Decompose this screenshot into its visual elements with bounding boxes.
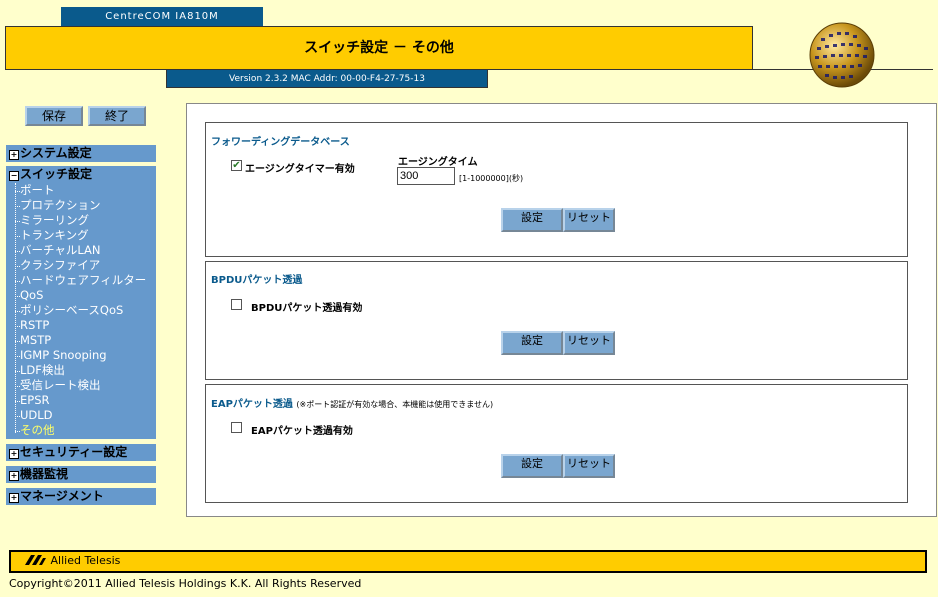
bpdu-section: BPDUパケット透過 BPDUパケット透過有効 設定 リセット [205,261,908,380]
sidebar-item-udld[interactable]: UDLD [20,408,53,423]
eap-enable-label: EAPパケット透過有効 [251,426,353,437]
sidebar-item-mirroring[interactable]: ミラーリング [20,213,89,228]
eap-set-button[interactable]: 設定 [501,454,563,478]
sidebar-item-rstp[interactable]: RSTP [20,318,49,333]
menu-switch-settings[interactable]: − スイッチ設定 [6,166,156,183]
eap-enable-checkbox[interactable] [231,422,242,433]
bpdu-reset-button[interactable]: リセット [563,331,615,355]
menu-label: スイッチ設定 [20,167,93,181]
footer-bar: Allied Telesis [9,550,927,573]
bpdu-enable-label: BPDUパケット透過有効 [251,303,363,314]
sidebar-item-policy-qos[interactable]: ポリシーベースQoS [20,303,123,318]
aging-time-label: エージングタイム [398,157,478,168]
sidebar-item-epsr[interactable]: EPSR [20,393,50,408]
sidebar-item-rate-detect[interactable]: 受信レート検出 [20,378,101,393]
allied-telesis-logo: Allied Telesis [25,554,120,567]
aging-time-range: [1-1000000](秒) [459,174,524,183]
copyright: Copyright©2011 Allied Telesis Holdings K… [9,577,362,590]
eap-title: EAPパケット透過 (※ポート認証が有効な場合、本機能は使用できません) [211,395,493,410]
menu-management[interactable]: + マネージメント [6,488,156,505]
sidebar-item-protection[interactable]: プロテクション [20,198,101,213]
fdb-reset-button[interactable]: リセット [563,208,615,232]
main-panel: フォワーディングデータベース ✔ エージングタイマー有効 エージングタイム [1… [186,103,937,517]
sidebar-item-ldf[interactable]: LDF検出 [20,363,65,378]
sidebar-item-igmp-snooping[interactable]: IGMP Snooping [20,348,107,363]
menu-label: 機器監視 [20,467,69,481]
sidebar-item-other[interactable]: その他 [20,423,55,438]
aging-time-input[interactable] [397,167,455,185]
menu-label: セキュリティー設定 [20,445,128,459]
sidebar-item-vlan[interactable]: バーチャルLAN [20,243,101,258]
expand-icon: + [9,471,19,481]
expand-icon: + [9,449,19,459]
eap-note: (※ポート認証が有効な場合、本機能は使用できません) [296,400,494,409]
collapse-icon: − [9,171,19,181]
fdb-set-button[interactable]: 設定 [501,208,563,232]
page-title: スイッチ設定 － その他 [5,26,753,70]
version-info: Version 2.3.2 MAC Addr: 00-00-F4-27-75-1… [166,69,488,88]
brand-mark-icon [25,555,46,565]
exit-button[interactable]: 終了 [88,106,146,126]
logo-text: Allied Telesis [50,554,121,567]
eap-title-text: EAPパケット透過 [211,399,293,410]
menu-security-settings[interactable]: + セキュリティー設定 [6,444,156,461]
expand-icon: + [9,493,19,503]
sidebar-item-classifier[interactable]: クラシファイア [20,258,100,273]
switch-submenu: ポート プロテクション ミラーリング トランキング バーチャルLAN クラシファ… [6,183,156,439]
aging-timer-checkbox[interactable]: ✔ [231,160,242,171]
fdb-section: フォワーディングデータベース ✔ エージングタイマー有効 エージングタイム [1… [205,122,908,257]
sidebar-item-qos[interactable]: QoS [20,288,43,303]
sidebar-item-port[interactable]: ポート [20,183,55,198]
model-tab: CentreCOM IA810M [61,7,263,27]
sidebar-item-trunking[interactable]: トランキング [20,228,89,243]
eap-reset-button[interactable]: リセット [563,454,615,478]
menu-label: マネージメント [20,489,104,503]
eap-section: EAPパケット透過 (※ポート認証が有効な場合、本機能は使用できません) EAP… [205,384,908,503]
menu-label: システム設定 [20,146,92,160]
sidebar-item-mstp[interactable]: MSTP [20,333,51,348]
save-button[interactable]: 保存 [25,106,83,126]
bpdu-set-button[interactable]: 設定 [501,331,563,355]
menu-system-settings[interactable]: + システム設定 [6,145,156,162]
bpdu-enable-checkbox[interactable] [231,299,242,310]
fdb-title: フォワーディングデータベース [211,137,350,148]
globe-logo-icon [807,20,877,90]
sidebar-item-hardware-filter[interactable]: ハードウェアフィルター [20,273,146,288]
expand-icon: + [9,150,19,160]
aging-timer-label: エージングタイマー有効 [245,164,355,175]
menu-device-monitor[interactable]: + 機器監視 [6,466,156,483]
bpdu-title: BPDUパケット透過 [211,275,303,286]
